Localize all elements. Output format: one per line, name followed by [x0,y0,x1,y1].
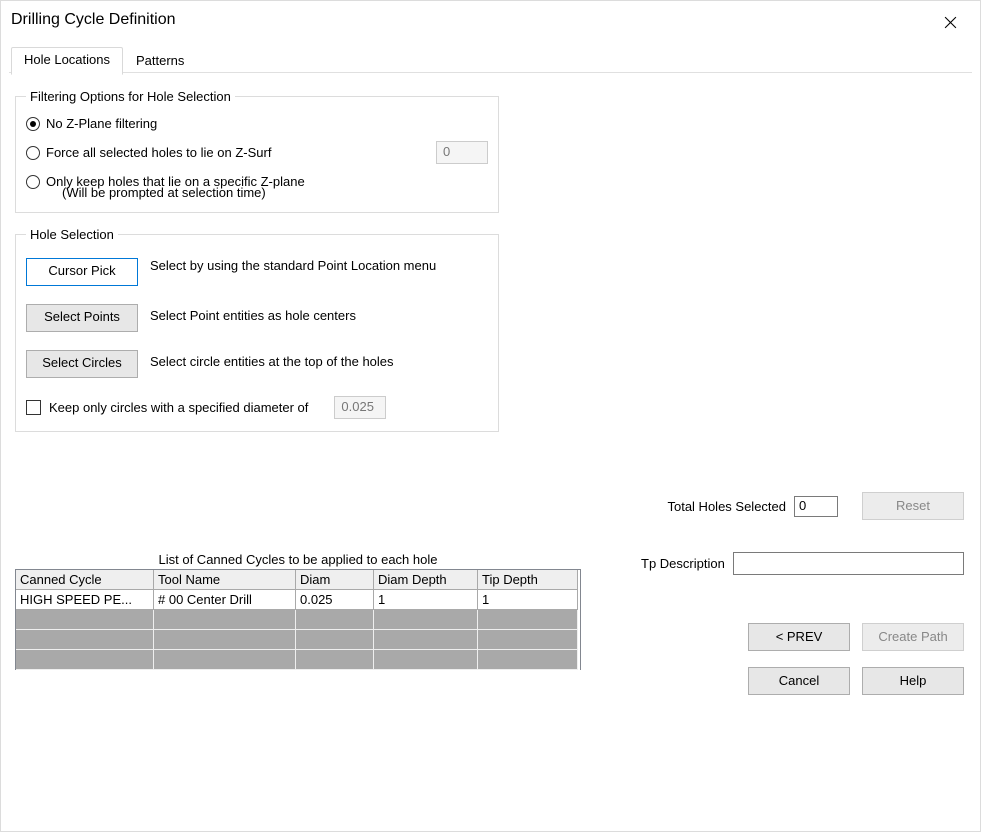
tabstrip: Hole Locations Patterns [9,47,972,75]
selection-legend: Hole Selection [26,227,118,242]
tp-description-input[interactable] [733,552,964,575]
cycle-grid[interactable]: Canned Cycle Tool Name Diam Diam Depth T… [15,569,581,670]
total-value: 0 [794,496,838,517]
cell-diam: 0.025 [296,590,374,610]
radio-label-no-zplane: No Z-Plane filtering [46,116,157,131]
window-title: Drilling Cycle Definition [11,7,176,29]
table-row[interactable] [16,650,580,670]
filtering-legend: Filtering Options for Hole Selection [26,89,235,104]
keep-only-circles-checkbox[interactable] [26,400,41,415]
tab-patterns[interactable]: Patterns [123,47,197,75]
radio-label-force: Force all selected holes to lie on Z-Sur… [46,145,271,160]
filtering-group: Filtering Options for Hole Selection No … [15,89,499,213]
action-button-row: Cancel Help [641,667,964,695]
select-circles-desc: Select circle entities at the top of the… [150,350,394,369]
radio-force-zsurf[interactable]: Force all selected holes to lie on Z-Sur… [26,141,488,164]
close-icon [944,16,957,29]
content-area: Hole Locations Patterns Filtering Option… [1,47,980,703]
total-label: Total Holes Selected [667,499,786,514]
cell-tip-depth: 1 [478,590,578,610]
cancel-button[interactable]: Cancel [748,667,850,695]
prev-button[interactable]: < PREV [748,623,850,651]
keep-only-label: Keep only circles with a specified diame… [49,400,308,415]
col-diam[interactable]: Diam [296,570,374,590]
dialog-window: Drilling Cycle Definition Hole Locations… [0,0,981,832]
select-points-button[interactable]: Select Points [26,304,138,332]
col-canned-cycle[interactable]: Canned Cycle [16,570,154,590]
col-tip-depth[interactable]: Tip Depth [478,570,578,590]
tp-description-label: Tp Description [641,556,725,571]
cell-canned-cycle: HIGH SPEED PE... [16,590,154,610]
table-header: Canned Cycle Tool Name Diam Diam Depth T… [16,570,580,590]
table-row[interactable] [16,610,580,630]
hole-selection-group: Hole Selection Cursor Pick Select by usi… [15,227,499,432]
radio-no-zplane[interactable]: No Z-Plane filtering [26,116,488,131]
titlebar: Drilling Cycle Definition [1,1,980,47]
radio-icon [26,146,40,160]
circle-diameter-input[interactable]: 0.025 [334,396,386,419]
close-button[interactable] [930,7,970,37]
zsurf-value-input[interactable]: 0 [436,141,488,164]
right-panel: Tp Description < PREV Create Path Cancel… [641,552,972,695]
table-row[interactable] [16,630,580,650]
radio-icon [26,117,40,131]
tab-body: Filtering Options for Hole Selection No … [9,75,972,695]
radio-icon [26,175,40,189]
nav-button-row: < PREV Create Path [641,623,964,651]
select-points-desc: Select Point entities as hole centers [150,304,356,323]
cycle-list-area: List of Canned Cycles to be applied to e… [15,552,581,670]
create-path-button[interactable]: Create Path [862,623,964,651]
tp-description-row: Tp Description [641,552,964,575]
cell-diam-depth: 1 [374,590,478,610]
table-row[interactable]: HIGH SPEED PE... # 00 Center Drill 0.025… [16,590,580,610]
col-diam-depth[interactable]: Diam Depth [374,570,478,590]
reset-button[interactable]: Reset [862,492,964,520]
col-tool-name[interactable]: Tool Name [154,570,296,590]
tab-hole-locations[interactable]: Hole Locations [11,47,123,75]
total-row: Total Holes Selected 0 Reset [15,492,964,520]
cursor-pick-desc: Select by using the standard Point Locat… [150,258,436,273]
help-button[interactable]: Help [862,667,964,695]
cursor-pick-button[interactable]: Cursor Pick [26,258,138,286]
lower-area: List of Canned Cycles to be applied to e… [15,552,972,695]
select-circles-button[interactable]: Select Circles [26,350,138,378]
cell-tool-name: # 00 Center Drill [154,590,296,610]
list-title: List of Canned Cycles to be applied to e… [15,552,581,567]
